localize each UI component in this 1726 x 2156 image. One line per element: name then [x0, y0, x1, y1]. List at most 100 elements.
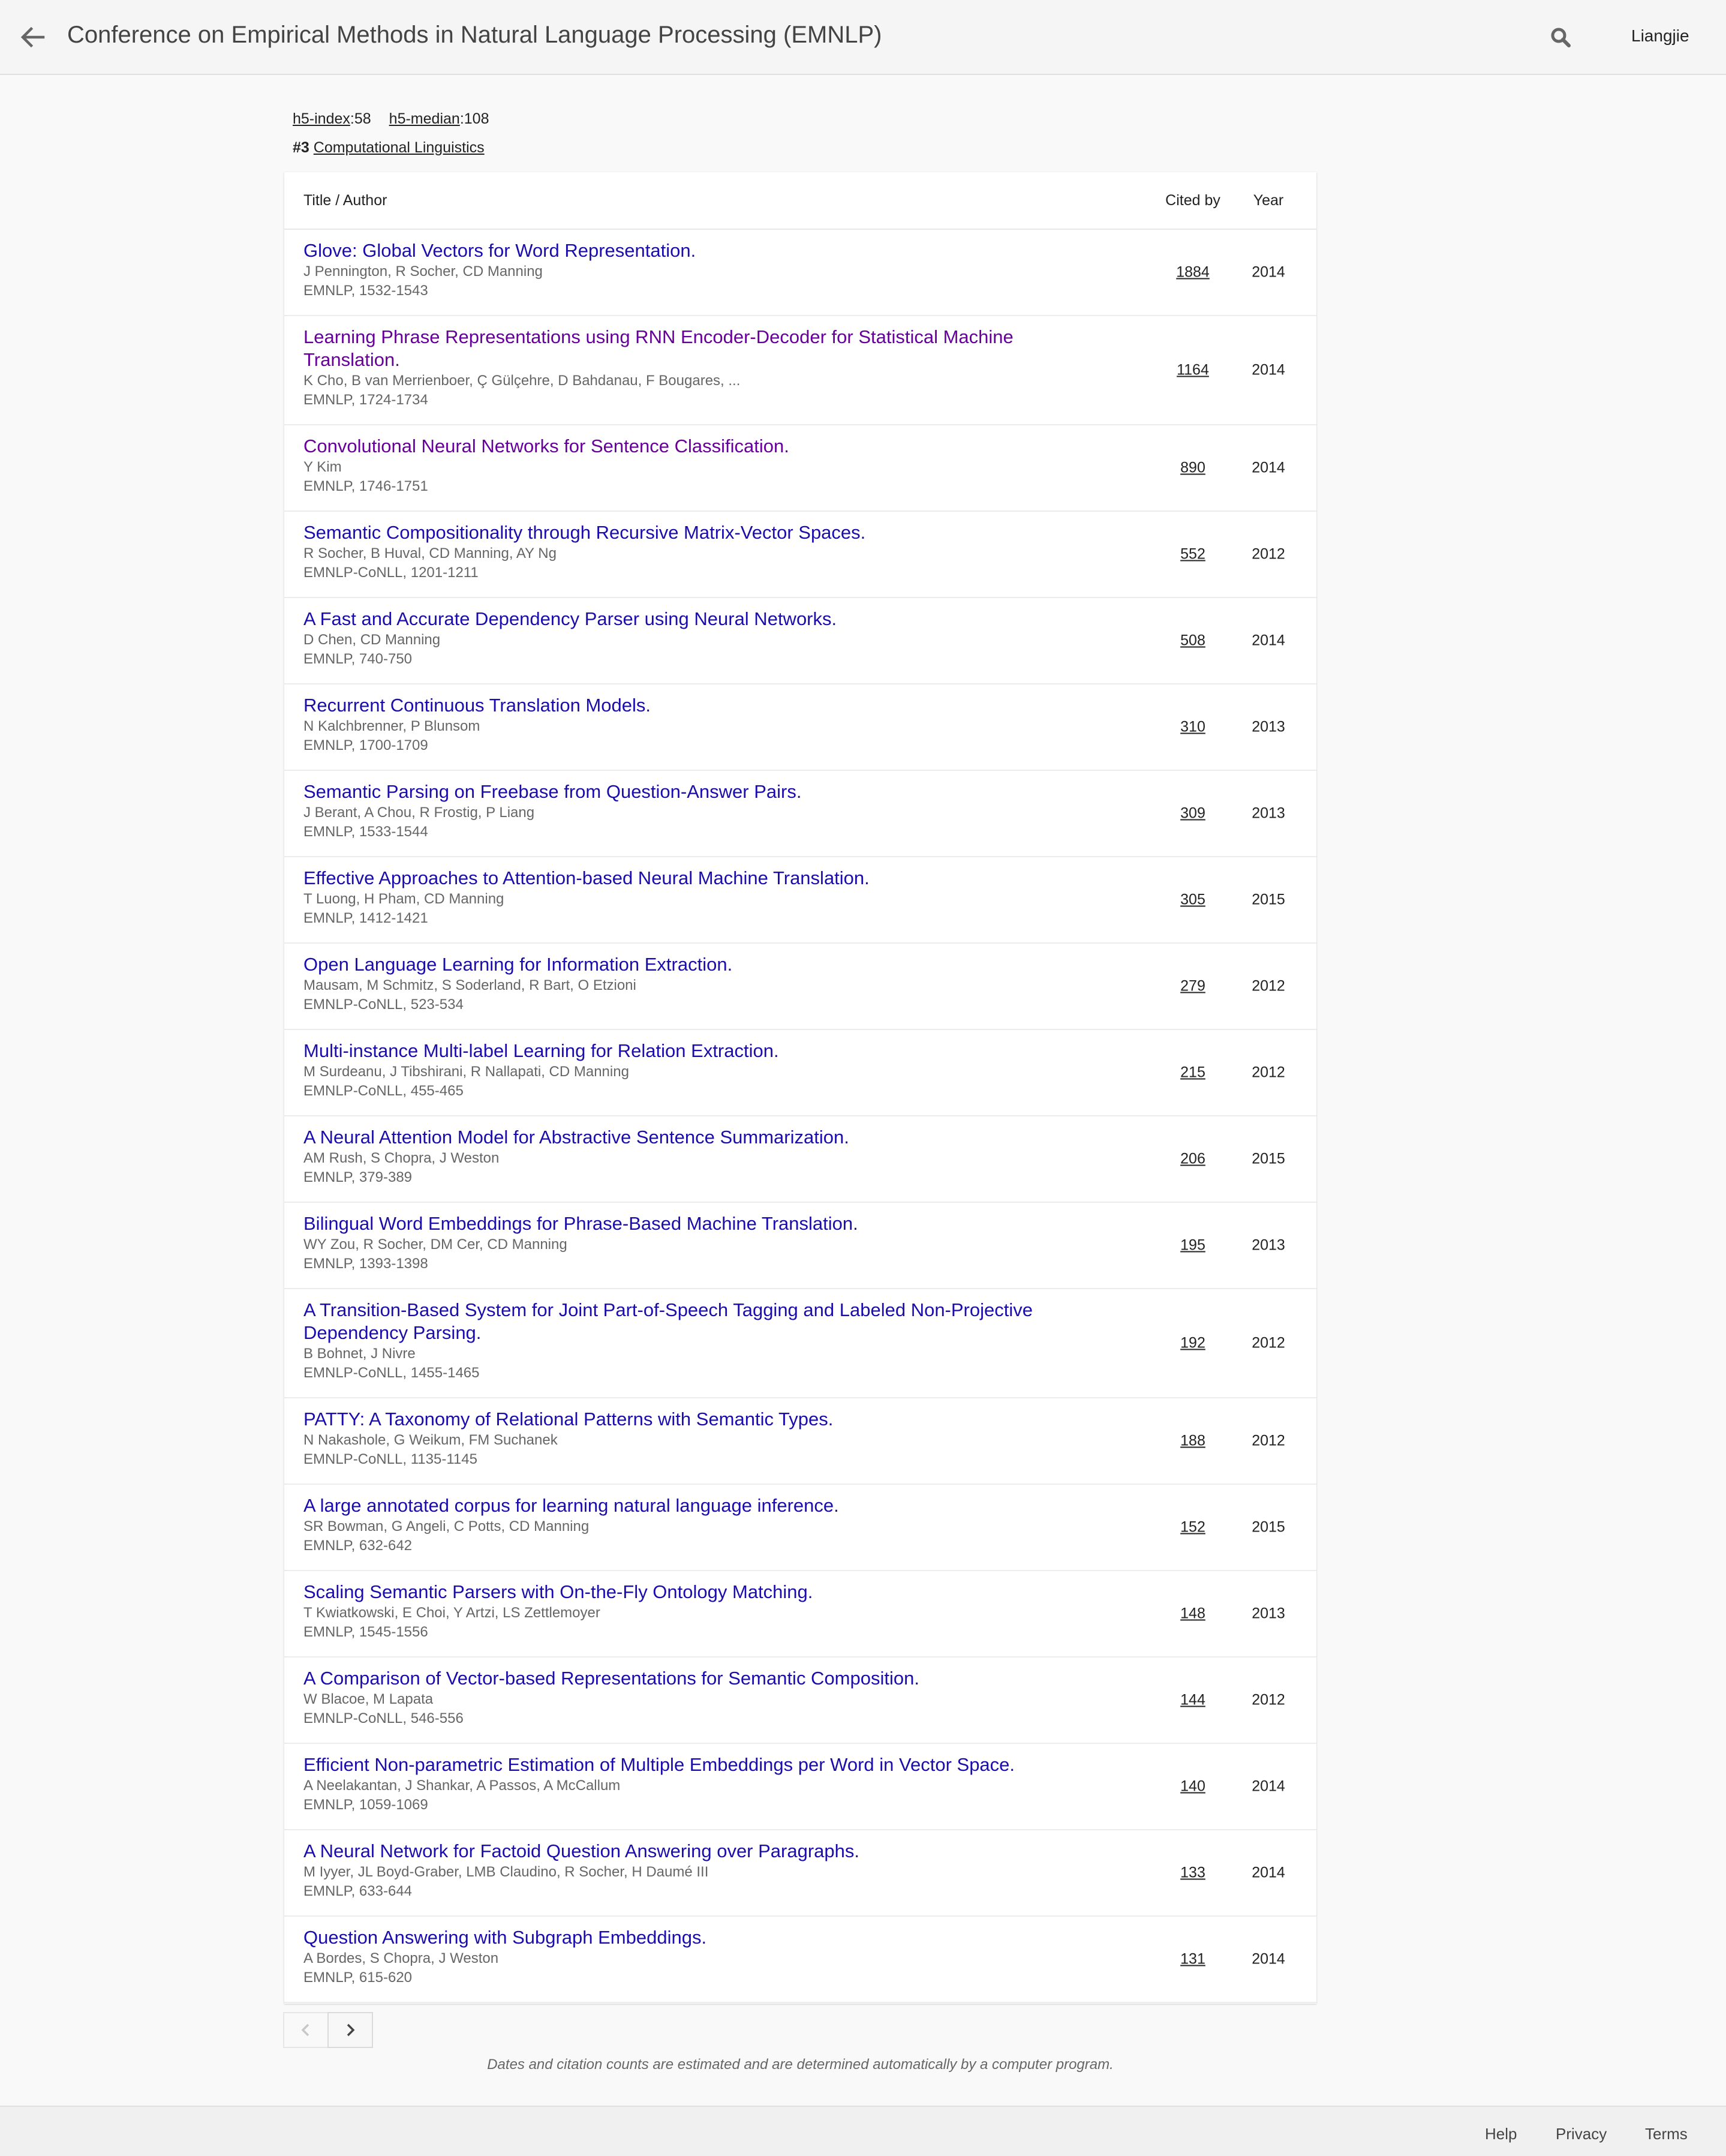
publication-info: PATTY: A Taxonomy of Relational Patterns…	[303, 1408, 1065, 1469]
cited-by-count-link[interactable]: 1884	[1160, 264, 1226, 281]
page-title: Conference on Empirical Methods in Natur…	[67, 22, 882, 48]
table-row: A Neural Network for Factoid Question An…	[284, 1830, 1316, 1917]
cited-by-count-link[interactable]: 279	[1160, 978, 1226, 995]
publication-year: 2012	[1252, 977, 1285, 995]
publication-info: Open Language Learning for Information E…	[303, 953, 1065, 1014]
footer-terms-link[interactable]: Terms	[1645, 2125, 1688, 2143]
cited-by-count-link[interactable]: 206	[1160, 1151, 1226, 1168]
publication-title-link[interactable]: A Neural Network for Factoid Question An…	[303, 1840, 1065, 1863]
publication-venue: EMNLP, 1059-1069	[303, 1797, 428, 1813]
publication-title-link[interactable]: Effective Approaches to Attention-based …	[303, 867, 1065, 890]
publication-info: A Neural Network for Factoid Question An…	[303, 1840, 1065, 1901]
publication-year: 2013	[1252, 1236, 1285, 1254]
publication-authors: R Socher, B Huval, CD Manning, AY Ng	[303, 545, 557, 561]
publication-title-link[interactable]: A Transition-Based System for Joint Part…	[303, 1299, 1065, 1344]
footer-privacy-link[interactable]: Privacy	[1556, 2125, 1607, 2143]
footer-help-link[interactable]: Help	[1485, 2125, 1517, 2143]
publication-title-link[interactable]: A Comparison of Vector-based Representat…	[303, 1667, 1065, 1690]
publication-title-link[interactable]: Efficient Non-parametric Estimation of M…	[303, 1753, 1065, 1776]
h5-metrics-line: h5-index:58 h5-median:108	[293, 110, 489, 127]
publication-title-link[interactable]: PATTY: A Taxonomy of Relational Patterns…	[303, 1408, 1065, 1431]
chevron-right-icon	[347, 2023, 355, 2037]
publication-venue: EMNLP-CoNLL, 1135-1145	[303, 1451, 477, 1467]
publication-title-link[interactable]: Bilingual Word Embeddings for Phrase-Bas…	[303, 1212, 1065, 1235]
cited-by-count-link[interactable]: 305	[1160, 891, 1226, 909]
cited-by-count-link[interactable]: 188	[1160, 1433, 1226, 1450]
cited-by-count-link[interactable]: 195	[1160, 1237, 1226, 1254]
cited-by-count-link[interactable]: 144	[1160, 1692, 1226, 1709]
h5-index-value: 58	[354, 110, 371, 127]
cited-by-count-link[interactable]: 152	[1160, 1519, 1226, 1536]
publication-title-link[interactable]: A Fast and Accurate Dependency Parser us…	[303, 608, 1065, 630]
publication-venue: EMNLP-CoNLL, 546-556	[303, 1710, 464, 1726]
publication-venue: EMNLP, 379-389	[303, 1169, 413, 1185]
back-arrow-icon[interactable]	[18, 20, 48, 54]
publication-info: Multi-instance Multi-label Learning for …	[303, 1040, 1065, 1101]
next-page-button[interactable]	[327, 2012, 373, 2048]
publication-info: Glove: Global Vectors for Word Represent…	[303, 239, 1065, 301]
publication-title-link[interactable]: Open Language Learning for Information E…	[303, 953, 1065, 976]
table-row: Learning Phrase Representations using RN…	[284, 316, 1316, 425]
publication-title-link[interactable]: Recurrent Continuous Translation Models.	[303, 694, 1065, 717]
publication-venue: EMNLP, 1700-1709	[303, 737, 428, 753]
top-bar: Conference on Empirical Methods in Natur…	[0, 0, 1726, 75]
publication-year: 2014	[1252, 1777, 1285, 1795]
publication-title-link[interactable]: A Neural Attention Model for Abstractive…	[303, 1126, 1065, 1149]
publication-authors: M Surdeanu, J Tibshirani, R Nallapati, C…	[303, 1064, 629, 1080]
cited-by-count-link[interactable]: 1164	[1160, 362, 1226, 379]
publication-venue: EMNLP, 1533-1544	[303, 824, 428, 840]
h5-median-value: 108	[464, 110, 489, 127]
publication-authors: N Nakashole, G Weikum, FM Suchanek	[303, 1432, 558, 1448]
publication-title-link[interactable]: Convolutional Neural Networks for Senten…	[303, 435, 1065, 458]
table-row: Multi-instance Multi-label Learning for …	[284, 1030, 1316, 1116]
table-row: A Comparison of Vector-based Representat…	[284, 1657, 1316, 1744]
publication-year: 2014	[1252, 632, 1285, 649]
cited-by-count-link[interactable]: 310	[1160, 719, 1226, 736]
pagination	[283, 2012, 373, 2048]
publication-venue: EMNLP-CoNLL, 1201-1211	[303, 564, 479, 581]
publication-title-link[interactable]: Question Answering with Subgraph Embeddi…	[303, 1926, 1065, 1949]
cited-by-count-link[interactable]: 309	[1160, 805, 1226, 822]
publication-title-link[interactable]: A large annotated corpus for learning na…	[303, 1494, 1065, 1517]
table-row: Question Answering with Subgraph Embeddi…	[284, 1917, 1316, 2003]
publication-title-link[interactable]: Scaling Semantic Parsers with On-the-Fly…	[303, 1581, 1065, 1604]
h5-index-link[interactable]: h5-index	[293, 110, 350, 127]
user-account-link[interactable]: Liangjie	[1631, 26, 1689, 46]
publication-venue: EMNLP, 740-750	[303, 651, 413, 667]
publication-title-link[interactable]: Semantic Compositionality through Recurs…	[303, 521, 1065, 544]
publication-title-link[interactable]: Learning Phrase Representations using RN…	[303, 326, 1065, 371]
cited-by-count-link[interactable]: 131	[1160, 1951, 1226, 1968]
column-header-title[interactable]: Title / Author	[303, 192, 387, 209]
publication-venue: EMNLP-CoNLL, 523-534	[303, 996, 464, 1013]
column-header-cited-by[interactable]: Cited by	[1160, 192, 1226, 209]
cited-by-count-link[interactable]: 552	[1160, 546, 1226, 563]
publication-venue: EMNLP, 1412-1421	[303, 910, 428, 926]
cited-by-count-link[interactable]: 508	[1160, 632, 1226, 650]
cited-by-count-link[interactable]: 890	[1160, 460, 1226, 477]
publication-venue: EMNLP, 1746-1751	[303, 478, 428, 494]
publication-title-link[interactable]: Multi-instance Multi-label Learning for …	[303, 1040, 1065, 1062]
cited-by-count-link[interactable]: 192	[1160, 1335, 1226, 1352]
publication-authors: B Bohnet, J Nivre	[303, 1346, 416, 1362]
h5-median-link[interactable]: h5-median	[389, 110, 460, 127]
publication-info: Efficient Non-parametric Estimation of M…	[303, 1753, 1065, 1815]
publication-authors: SR Bowman, G Angeli, C Potts, CD Manning	[303, 1518, 590, 1535]
publication-year: 2013	[1252, 1605, 1285, 1622]
search-icon[interactable]	[1547, 24, 1575, 52]
cited-by-count-link[interactable]: 148	[1160, 1605, 1226, 1623]
category-link[interactable]: Computational Linguistics	[314, 139, 485, 156]
publication-authors: Mausam, M Schmitz, S Soderland, R Bart, …	[303, 977, 636, 993]
publication-year: 2015	[1252, 1518, 1285, 1536]
cited-by-count-link[interactable]: 133	[1160, 1864, 1226, 1882]
publication-title-link[interactable]: Glove: Global Vectors for Word Represent…	[303, 239, 1065, 262]
previous-page-button[interactable]	[283, 2012, 329, 2048]
publication-title-link[interactable]: Semantic Parsing on Freebase from Questi…	[303, 780, 1065, 803]
column-header-year[interactable]: Year	[1241, 192, 1295, 209]
publication-year: 2012	[1252, 1064, 1285, 1081]
category-rank: #3	[293, 139, 309, 156]
cited-by-count-link[interactable]: 215	[1160, 1064, 1226, 1082]
publication-year: 2015	[1252, 1150, 1285, 1167]
publication-venue: EMNLP, 1724-1734	[303, 392, 428, 408]
cited-by-count-link[interactable]: 140	[1160, 1778, 1226, 1795]
publication-year: 2012	[1252, 1334, 1285, 1352]
